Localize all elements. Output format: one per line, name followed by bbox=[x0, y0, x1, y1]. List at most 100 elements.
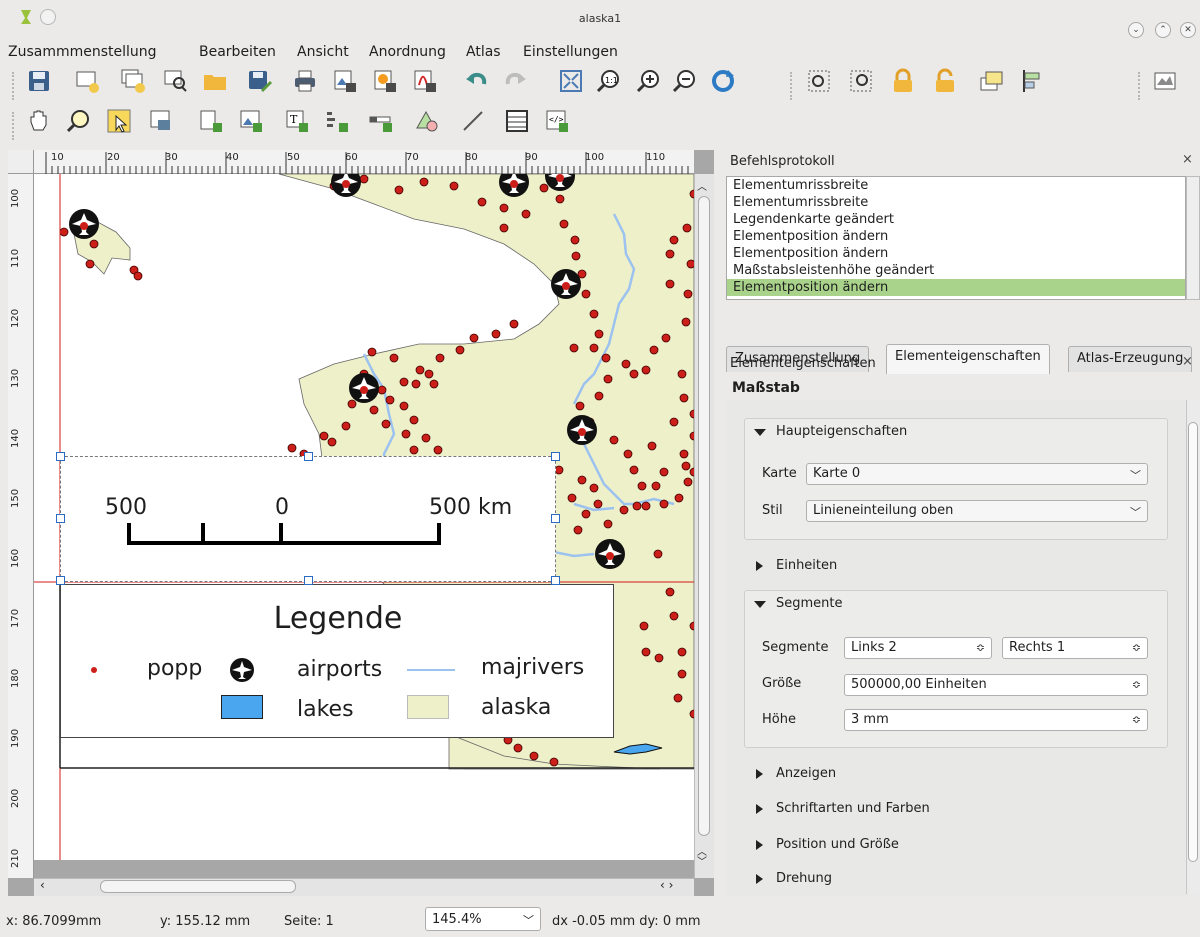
group-segments-label[interactable]: Segmente bbox=[776, 596, 843, 611]
lock-icon[interactable] bbox=[888, 66, 918, 96]
undo-icon[interactable] bbox=[462, 66, 492, 96]
unlock-icon[interactable] bbox=[930, 66, 960, 96]
map-select[interactable]: Karte 0 ﹀ bbox=[806, 463, 1148, 485]
style-select[interactable]: Linieneinteilung oben ﹀ bbox=[806, 500, 1148, 522]
expand-right-icon[interactable] bbox=[756, 769, 763, 779]
scroll-up-icon[interactable]: ︿ bbox=[697, 178, 707, 193]
selection-handle[interactable] bbox=[56, 514, 65, 523]
menu-bearbeiten[interactable]: Bearbeiten bbox=[199, 44, 276, 60]
spin-arrows-icon[interactable]: ≎ bbox=[976, 641, 985, 654]
atlas-settings-icon[interactable] bbox=[1150, 66, 1180, 96]
expand-right-icon[interactable] bbox=[756, 804, 763, 814]
size-spinbox[interactable]: 500000,00 Einheiten ≎ bbox=[844, 674, 1148, 696]
duplicate-composer-icon[interactable] bbox=[118, 66, 148, 96]
zoom-tool-icon[interactable] bbox=[64, 106, 94, 136]
selection-handle[interactable] bbox=[56, 452, 65, 461]
history-item[interactable]: Maßstabsleistenhöhe geändert bbox=[727, 262, 1185, 279]
canvas-vertical-scroll-thumb[interactable] bbox=[698, 196, 710, 836]
add-html-icon[interactable]: </> bbox=[542, 106, 572, 136]
export-svg-icon[interactable] bbox=[370, 66, 400, 96]
history-item[interactable]: Legendenkarte geändert bbox=[727, 211, 1185, 228]
export-pdf-icon[interactable] bbox=[410, 66, 440, 96]
toolbar-grip[interactable] bbox=[1138, 72, 1143, 100]
redo-icon[interactable] bbox=[500, 66, 530, 96]
zoom-select[interactable]: 145.4% ﹀ bbox=[425, 907, 541, 931]
history-item[interactable]: Elementposition ändern bbox=[727, 228, 1185, 245]
open-template-icon[interactable] bbox=[200, 66, 230, 96]
menu-zusammenstellung[interactable]: Zusammmenstellung bbox=[8, 44, 157, 60]
history-item[interactable]: Elementposition ändern bbox=[727, 245, 1185, 262]
selection-handle[interactable] bbox=[56, 576, 65, 585]
group-position-label[interactable]: Position und Größe bbox=[776, 837, 899, 852]
properties-scroll-thumb[interactable] bbox=[1188, 422, 1198, 862]
composer-manager-icon[interactable] bbox=[160, 66, 190, 96]
zoom-full-icon[interactable] bbox=[556, 66, 586, 96]
group-icon[interactable] bbox=[804, 66, 834, 96]
group-display-label[interactable]: Anzeigen bbox=[776, 766, 836, 781]
scroll-right-icon[interactable]: ‹ › bbox=[660, 878, 673, 892]
group-fonts-label[interactable]: Schriftarten und Farben bbox=[776, 801, 930, 816]
add-shape-icon[interactable] bbox=[412, 106, 442, 136]
group-units-label[interactable]: Einheiten bbox=[776, 558, 837, 573]
group-main-label[interactable]: Haupteigenschaften bbox=[776, 424, 907, 439]
export-image-icon[interactable] bbox=[330, 66, 360, 96]
menu-atlas[interactable]: Atlas bbox=[466, 44, 501, 60]
print-icon[interactable] bbox=[290, 66, 320, 96]
add-legend-icon[interactable] bbox=[322, 106, 352, 136]
expand-right-icon[interactable] bbox=[756, 561, 763, 571]
save-template-icon[interactable] bbox=[244, 66, 274, 96]
menu-ansicht[interactable]: Ansicht bbox=[297, 44, 349, 60]
maximize-button[interactable]: ⌃ bbox=[1155, 22, 1171, 38]
refresh-icon[interactable] bbox=[708, 66, 738, 96]
history-item-selected[interactable]: Elementposition ändern bbox=[727, 279, 1185, 296]
zoom-actual-icon[interactable]: 1:1 bbox=[594, 66, 624, 96]
minimize-button[interactable]: ⌄ bbox=[1128, 22, 1144, 38]
spin-arrows-icon[interactable]: ≎ bbox=[1132, 641, 1141, 654]
add-table-icon[interactable] bbox=[502, 106, 532, 136]
spin-arrows-icon[interactable]: ≎ bbox=[1132, 713, 1141, 726]
close-icon[interactable]: × bbox=[1182, 152, 1193, 167]
selection-handle[interactable] bbox=[304, 452, 313, 461]
pan-icon[interactable] bbox=[24, 106, 54, 136]
selection-handle[interactable] bbox=[551, 514, 560, 523]
history-item[interactable]: Elementumrissbreite bbox=[727, 177, 1185, 194]
height-spinbox[interactable]: 3 mm ≎ bbox=[844, 709, 1148, 731]
add-scalebar-icon[interactable] bbox=[366, 106, 396, 136]
expand-right-icon[interactable] bbox=[756, 874, 763, 884]
history-scrollbar[interactable] bbox=[1186, 176, 1200, 300]
scroll-down-icon[interactable]: ︿ ﹀ bbox=[697, 848, 707, 868]
toolbar-grip[interactable] bbox=[12, 112, 17, 140]
canvas-horizontal-scroll-thumb[interactable] bbox=[100, 880, 296, 893]
segments-left-spinbox[interactable]: Links 2 ≎ bbox=[844, 637, 992, 659]
close-icon[interactable]: × bbox=[1182, 354, 1193, 369]
selection-handle[interactable] bbox=[551, 576, 560, 585]
close-button[interactable]: ✕ bbox=[1180, 22, 1196, 38]
move-content-icon[interactable] bbox=[146, 106, 176, 136]
vertical-ruler[interactable]: 100 110 120 130 140 150 160 170 180 190 … bbox=[8, 174, 34, 878]
menu-einstellungen[interactable]: Einstellungen bbox=[523, 44, 618, 60]
composer-page[interactable]: Legende popp airports majrivers lakes al… bbox=[34, 174, 694, 860]
toolbar-grip[interactable] bbox=[790, 72, 795, 100]
menu-anordnung[interactable]: Anordnung bbox=[369, 44, 446, 60]
selection-handle[interactable] bbox=[551, 452, 560, 461]
add-map-icon[interactable] bbox=[196, 106, 226, 136]
new-composer-icon[interactable] bbox=[72, 66, 102, 96]
history-item[interactable]: Elementumrissbreite bbox=[727, 194, 1185, 211]
zoom-out-icon[interactable] bbox=[670, 66, 700, 96]
expand-right-icon[interactable] bbox=[756, 840, 763, 850]
scroll-left-icon[interactable]: ‹ bbox=[40, 878, 45, 892]
select-icon[interactable] bbox=[104, 106, 134, 136]
align-icon[interactable] bbox=[1018, 66, 1048, 96]
tab-elementeigenschaften[interactable]: Elementeigenschaften bbox=[886, 344, 1050, 374]
legend-item[interactable]: Legende popp airports majrivers lakes al… bbox=[60, 584, 614, 738]
zoom-in-icon[interactable] bbox=[634, 66, 664, 96]
selection-handle[interactable] bbox=[304, 576, 313, 585]
history-list[interactable]: Elementumrissbreite Elementumrissbreite … bbox=[726, 176, 1186, 300]
expand-down-icon[interactable] bbox=[754, 601, 766, 608]
tab-atlas-erzeugung[interactable]: Atlas-Erzeugung bbox=[1068, 346, 1193, 372]
ungroup-icon[interactable] bbox=[846, 66, 876, 96]
scalebar-item[interactable]: 500 0 500 km bbox=[60, 456, 556, 582]
add-image-icon[interactable] bbox=[236, 106, 266, 136]
add-arrow-icon[interactable] bbox=[458, 106, 488, 136]
add-label-icon[interactable]: T bbox=[282, 106, 312, 136]
